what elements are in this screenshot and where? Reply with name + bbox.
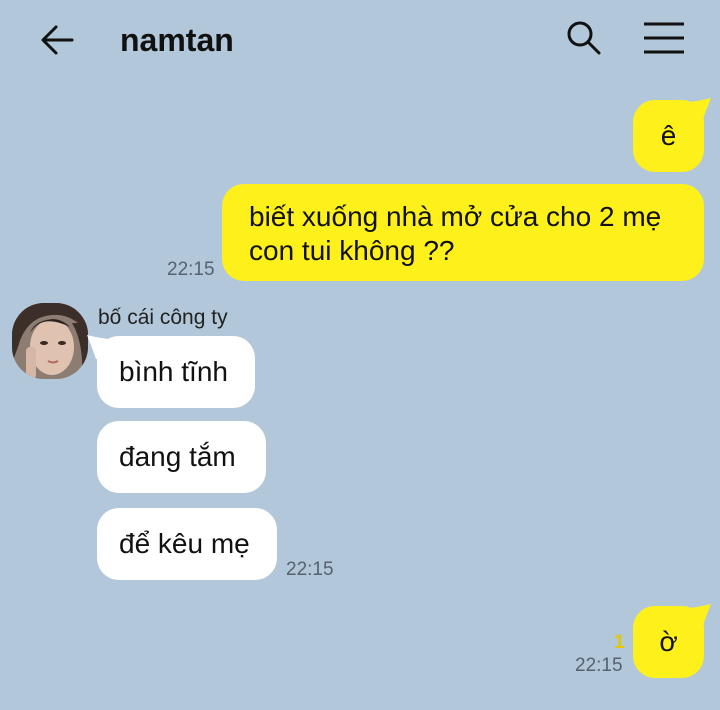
message-timestamp: 22:15 <box>575 655 623 676</box>
chat-header: namtan <box>0 0 720 78</box>
sender-name: bố cái công ty <box>98 306 228 329</box>
search-icon <box>567 21 601 55</box>
message-text: ờ <box>659 626 678 657</box>
chat-title: namtan <box>120 22 234 58</box>
their-message-bubble[interactable]: để kêu mẹ <box>97 508 277 580</box>
message-text-line: con tui không ?? <box>249 235 455 266</box>
message-timestamp: 22:15 <box>286 559 334 580</box>
hamburger-menu-icon <box>644 22 684 54</box>
message-timestamp: 22:15 <box>167 259 215 280</box>
my-bubble-tail <box>690 604 711 628</box>
message-text-line: biết xuống nhà mở cửa cho 2 mẹ <box>249 201 662 232</box>
message-text: để kêu mẹ <box>119 528 250 559</box>
message-text: ê <box>660 120 677 151</box>
my-bubble-tail <box>690 98 711 122</box>
message-text: bình tĩnh <box>119 356 228 387</box>
my-message-bubble[interactable]: biết xuống nhà mở cửa cho 2 mẹ con tui k… <box>222 184 704 281</box>
unread-count: 1 <box>614 632 625 653</box>
avatar-photo <box>12 303 88 379</box>
back-button[interactable] <box>38 20 78 60</box>
message-text: đang tắm <box>119 441 236 472</box>
arrow-left-icon <box>41 25 74 55</box>
search-button[interactable] <box>564 18 604 58</box>
menu-button[interactable] <box>640 18 688 58</box>
their-message-bubble[interactable]: đang tắm <box>97 421 266 493</box>
avatar[interactable] <box>12 303 88 379</box>
their-message-bubble[interactable]: bình tĩnh <box>97 336 255 408</box>
